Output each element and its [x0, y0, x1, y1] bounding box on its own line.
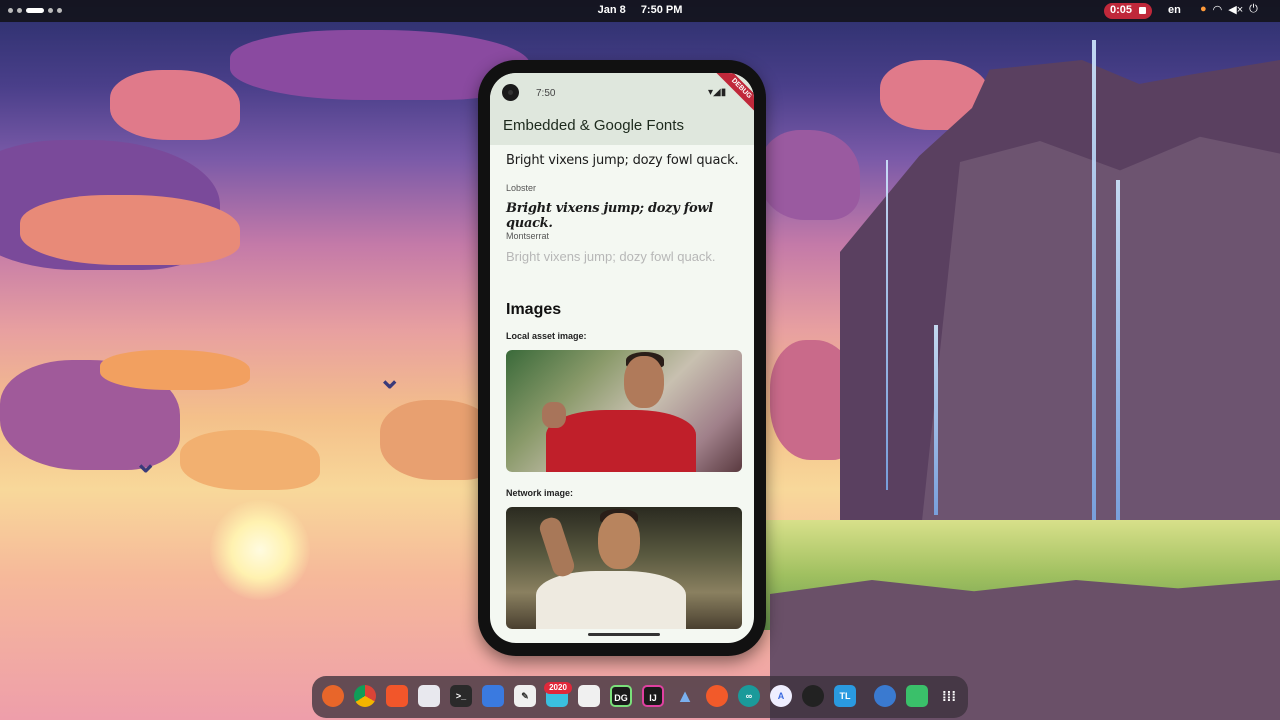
- waterfall: [886, 160, 888, 490]
- photo-detail: [598, 513, 640, 569]
- network-image: [506, 507, 742, 629]
- flutter-icon[interactable]: [874, 685, 896, 707]
- local-image-label: Local asset image:: [506, 331, 587, 341]
- waterfall: [934, 325, 938, 515]
- arduino-icon[interactable]: ∞: [738, 685, 760, 707]
- recording-indicator[interactable]: 0:05: [1104, 3, 1152, 19]
- microphone-icon: ●: [1200, 3, 1207, 15]
- app-grid-icon[interactable]: ⁞⁞⁞: [938, 685, 960, 707]
- clock-date: Jan 8: [597, 4, 626, 16]
- local-asset-image: [506, 350, 742, 472]
- font-sample-embedded: Bright vixens jump; dozy fowl quack.: [506, 153, 739, 168]
- brave-icon[interactable]: [386, 685, 408, 707]
- notification-badge: 2020: [544, 682, 572, 694]
- cloud: [110, 70, 240, 140]
- files-icon[interactable]: [418, 685, 440, 707]
- font-sample-montserrat: Bright vixens jump; dozy fowl quack.: [506, 249, 716, 264]
- photo-detail: [546, 410, 696, 472]
- system-tray[interactable]: ● ◠ ◀× ⏻: [1200, 3, 1258, 16]
- language-indicator[interactable]: en: [1168, 4, 1181, 16]
- waterfall: [1116, 180, 1120, 520]
- font-label-lobster: Lobster: [506, 183, 537, 193]
- cloud: [180, 430, 320, 490]
- tl-icon[interactable]: TL: [834, 685, 856, 707]
- app-title: Embedded & Google Fonts: [503, 117, 684, 134]
- clock-time: 7:50 PM: [640, 4, 683, 16]
- sun: [210, 500, 310, 600]
- intellij-icon[interactable]: IJ: [642, 685, 664, 707]
- volume-muted-icon: ◀×: [1228, 4, 1244, 16]
- terminal-icon[interactable]: >_: [450, 685, 472, 707]
- photo-detail: [542, 402, 566, 428]
- network-image-label: Network image:: [506, 488, 574, 498]
- power-icon: ⏻: [1249, 3, 1258, 15]
- photo-detail: [537, 515, 577, 579]
- waterfall: [1092, 40, 1096, 520]
- photo-detail: [536, 571, 686, 629]
- bird-icon: ⌄: [378, 363, 402, 394]
- dock: >_ ✎ DG IJ ▲ ∞ A TL ⁞⁞⁞: [312, 676, 968, 718]
- font-sample-lobster: Bright vixens jump; dozy fowl quack.: [506, 201, 713, 231]
- font-label-montserrat: Montserrat: [506, 231, 550, 241]
- camera-cutout: [502, 84, 519, 101]
- chrome-icon[interactable]: [354, 685, 376, 707]
- gamepad-icon[interactable]: [802, 685, 824, 707]
- android-status-bar: 7:50 ▾◢▮ DEBUG: [490, 73, 754, 118]
- wifi-icon: ◠: [1212, 4, 1223, 16]
- document-icon[interactable]: [482, 685, 504, 707]
- top-bar: Jan 8 7:50 PM 0:05 en ● ◠ ◀× ⏻: [0, 0, 1280, 22]
- phone-screen[interactable]: 7:50 ▾◢▮ DEBUG Embedded & Google Fonts B…: [490, 73, 754, 643]
- briefcase-icon[interactable]: [578, 685, 600, 707]
- bird-icon: ⌄: [134, 447, 158, 478]
- stop-icon[interactable]: [1139, 7, 1146, 14]
- text-editor-icon[interactable]: ✎: [514, 685, 536, 707]
- clock[interactable]: Jan 8 7:50 PM: [0, 4, 1280, 16]
- photo-detail: [624, 356, 664, 408]
- android-icon[interactable]: [906, 685, 928, 707]
- app-bar: Embedded & Google Fonts: [490, 113, 754, 145]
- recording-time: 0:05: [1110, 4, 1133, 16]
- gesture-nav-bar[interactable]: [588, 633, 660, 636]
- status-time: 7:50: [536, 88, 556, 99]
- cloud: [20, 195, 240, 265]
- cloud: [760, 130, 860, 220]
- android-studio-icon[interactable]: ▲: [674, 685, 696, 707]
- firefox-icon[interactable]: [322, 685, 344, 707]
- vscode-a-icon[interactable]: A: [770, 685, 792, 707]
- signal-icon: ▾◢▮: [708, 87, 727, 98]
- datagrip-icon[interactable]: DG: [610, 685, 632, 707]
- images-heading: Images: [506, 301, 562, 318]
- pen-icon[interactable]: [706, 685, 728, 707]
- cloud: [100, 350, 250, 390]
